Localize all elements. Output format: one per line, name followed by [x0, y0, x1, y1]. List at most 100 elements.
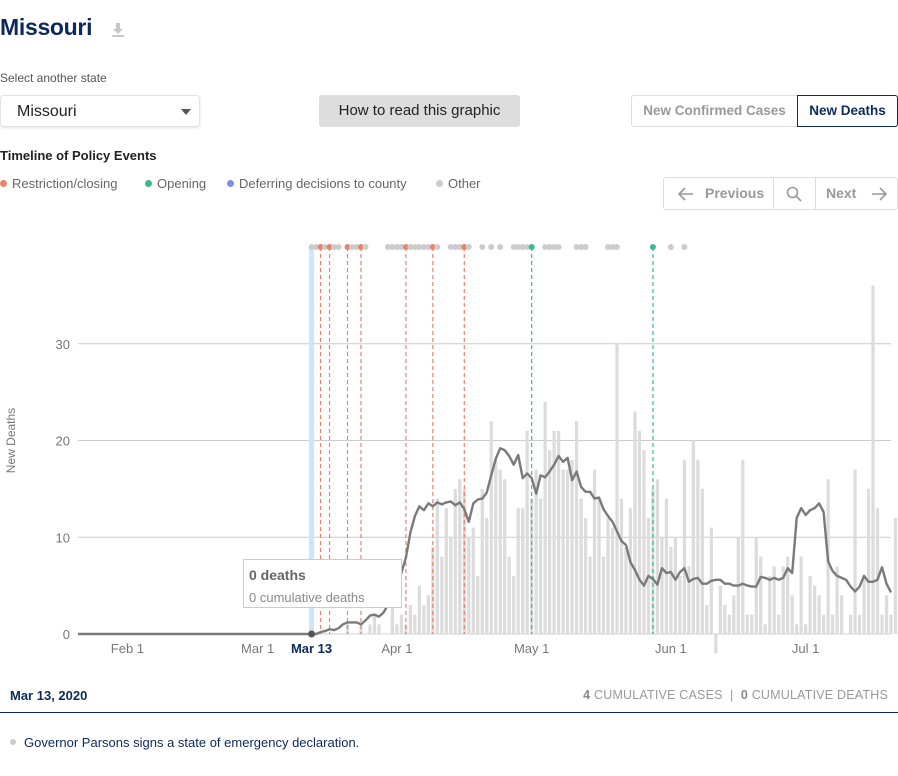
- policy-event-dot: [479, 244, 486, 250]
- daily-deaths-bar: [691, 440, 695, 634]
- daily-deaths-bar: [471, 527, 475, 634]
- daily-deaths-bar: [422, 604, 426, 634]
- daily-deaths-bar: [808, 575, 812, 634]
- daily-deaths-bar: [723, 604, 727, 634]
- y-tick-label: 30: [56, 337, 70, 352]
- daily-deaths-bar: [561, 469, 565, 634]
- daily-deaths-bar: [804, 624, 808, 634]
- daily-deaths-bar: [893, 517, 898, 634]
- event-text: Governor Parsons signs a state of emerge…: [24, 735, 360, 750]
- daily-deaths-bar: [548, 450, 552, 634]
- how-to-read-button[interactable]: How to read this graphic: [319, 95, 520, 127]
- daily-deaths-bar: [830, 614, 835, 634]
- daily-deaths-bar: [372, 614, 377, 634]
- event-navigation: Previous Next: [663, 177, 898, 210]
- policy-event-dot: [649, 244, 656, 250]
- daily-deaths-bar: [583, 517, 588, 634]
- daily-deaths-bar: [516, 508, 520, 634]
- daily-deaths-bar: [777, 614, 781, 634]
- daily-deaths-bar: [642, 450, 646, 634]
- daily-deaths-bar: [390, 604, 395, 634]
- policy-event-dot: [667, 244, 674, 250]
- daily-deaths-bar: [727, 614, 731, 634]
- metric-toggle: New Confirmed Cases New Deaths: [631, 95, 898, 127]
- daily-deaths-bar: [601, 556, 606, 634]
- selected-point-marker: [308, 630, 316, 638]
- next-button[interactable]: Next: [816, 178, 898, 209]
- daily-deaths-bar: [664, 498, 669, 634]
- x-tick-label: Jul 1: [792, 641, 819, 656]
- daily-deaths-bar: [521, 508, 525, 634]
- daily-deaths-bar: [853, 469, 857, 634]
- policy-event-dot: [681, 244, 688, 250]
- daily-deaths-bar: [485, 517, 489, 634]
- daily-deaths-bar: [633, 411, 637, 634]
- daily-deaths-bar: [889, 614, 893, 634]
- daily-deaths-bar: [624, 546, 628, 634]
- daily-deaths-bar: [799, 556, 803, 634]
- daily-deaths-bar: [772, 566, 776, 634]
- new-confirmed-cases-tab[interactable]: New Confirmed Cases: [631, 95, 797, 127]
- daily-deaths-bar: [579, 498, 583, 634]
- x-tick-label: Mar 1: [241, 641, 274, 656]
- daily-deaths-bar: [813, 585, 817, 634]
- daily-deaths-bar: [368, 624, 372, 634]
- page-title: Missouri: [0, 14, 93, 40]
- arrow-left-icon: [678, 187, 693, 201]
- download-icon[interactable]: [110, 20, 130, 42]
- state-select[interactable]: Missouri: [0, 95, 200, 127]
- policy-event-dot: [582, 244, 589, 250]
- daily-deaths-bar: [875, 508, 880, 634]
- daily-deaths-bar: [467, 537, 471, 634]
- legend-dot-restriction: [0, 180, 7, 187]
- daily-deaths-bar: [682, 459, 686, 634]
- legend-item-deferring: Deferring decisions to county: [227, 176, 407, 191]
- daily-deaths-bar: [489, 421, 493, 634]
- state-select-value: Missouri: [17, 103, 77, 120]
- daily-deaths-bar: [628, 508, 633, 634]
- daily-deaths-bar: [606, 517, 610, 634]
- daily-deaths-bar: [476, 575, 480, 634]
- daily-deaths-bar: [498, 469, 502, 634]
- daily-deaths-bar: [444, 508, 448, 634]
- policy-event-dot: [335, 244, 342, 250]
- daily-deaths-bar: [880, 614, 884, 634]
- new-deaths-tab[interactable]: New Deaths: [797, 95, 898, 127]
- daily-deaths-bar: [741, 459, 745, 634]
- daily-deaths-bar: [745, 614, 749, 634]
- previous-button[interactable]: Previous: [664, 178, 774, 209]
- previous-label: Previous: [705, 185, 765, 201]
- state-select-label: Select another state: [0, 71, 107, 85]
- cumulative-deaths-label: CUMULATIVE DEATHS: [751, 688, 888, 702]
- legend-label-restriction: Restriction/closing: [12, 176, 118, 191]
- chevron-down-icon: [181, 109, 191, 115]
- daily-deaths-bar: [395, 624, 399, 634]
- daily-deaths-bar: [399, 614, 404, 634]
- daily-deaths-bar: [655, 479, 660, 634]
- x-tick-label: Apr 1: [381, 641, 412, 656]
- y-tick-label: 10: [56, 530, 70, 545]
- legend-dot-deferring: [227, 180, 234, 187]
- daily-deaths-bar: [673, 537, 678, 634]
- daily-deaths-bar: [426, 595, 430, 634]
- daily-deaths-bar: [440, 556, 444, 634]
- selected-date-bar: Mar 13, 2020 4 CUMULATIVE CASES | 0 CUMU…: [0, 680, 898, 713]
- daily-deaths-bar: [768, 575, 772, 634]
- legend-item-opening: Opening: [145, 176, 206, 191]
- x-tick-label: Jun 1: [655, 641, 687, 656]
- deaths-chart[interactable]: 0 10 20 30 New Deaths Feb 1 Mar 1 Mar 13 Apr 1 Ma…: [0, 225, 898, 670]
- selected-date: Mar 13, 2020: [10, 688, 88, 703]
- daily-deaths-bar: [866, 488, 871, 634]
- daily-deaths-bar: [592, 469, 597, 634]
- daily-deaths-bar: [417, 585, 421, 634]
- daily-deaths-bar: [848, 614, 853, 634]
- selected-x-tick-label: Mar 13: [291, 641, 332, 656]
- daily-deaths-bar: [615, 343, 619, 634]
- daily-deaths-bar: [700, 488, 704, 634]
- search-button[interactable]: [773, 178, 816, 209]
- daily-deaths-bar: [696, 459, 700, 634]
- search-icon: [786, 186, 802, 202]
- daily-deaths-bar: [354, 634, 359, 635]
- policy-event-dot: [555, 244, 562, 250]
- policy-event-dot: [362, 244, 369, 250]
